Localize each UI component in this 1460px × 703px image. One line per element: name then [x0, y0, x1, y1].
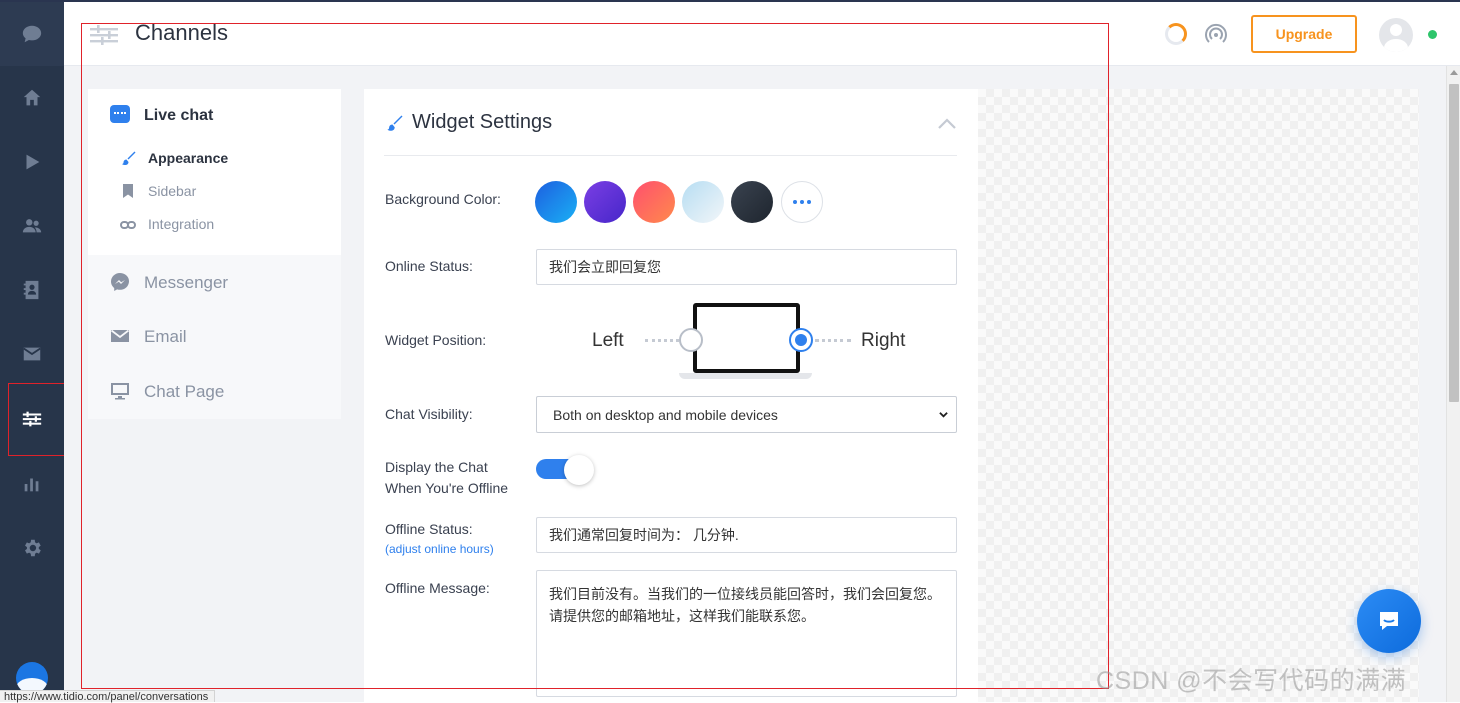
- chat-visibility-value: Both on desktop and mobile devices: [553, 406, 778, 423]
- chat-widget-launcher-button[interactable]: [1357, 589, 1421, 653]
- color-swatch-coral[interactable]: [633, 181, 675, 223]
- color-swatch-light-blue[interactable]: [682, 181, 724, 223]
- conversations-icon[interactable]: [20, 22, 44, 46]
- bookmark-icon: [120, 181, 136, 201]
- contacts-icon[interactable]: [20, 278, 44, 302]
- panel-divider: [384, 155, 957, 156]
- menu-item-appearance[interactable]: Appearance: [148, 150, 228, 166]
- widget-position-label: Widget Position:: [385, 332, 487, 348]
- channels-header-icon: [90, 24, 118, 46]
- visitors-icon[interactable]: [20, 214, 44, 238]
- chevron-down-icon: [939, 412, 948, 418]
- envelope-icon: [110, 326, 130, 346]
- page-scrollbar[interactable]: [1446, 66, 1460, 702]
- menu-item-sidebar[interactable]: Sidebar: [148, 183, 196, 199]
- chat-visibility-select[interactable]: Both on desktop and mobile devices: [536, 396, 957, 433]
- live-chat-icon: [110, 105, 130, 123]
- adjust-online-hours-link[interactable]: (adjust online hours): [385, 542, 494, 556]
- status-bar-url: https://www.tidio.com/panel/conversation…: [0, 690, 216, 703]
- brush-icon: [120, 148, 136, 168]
- page-header: Channels Upgrade: [64, 2, 1460, 66]
- menu-item-messenger[interactable]: Messenger: [144, 273, 228, 293]
- scroll-up-arrow-icon[interactable]: [1450, 70, 1458, 75]
- position-left-radio[interactable]: [679, 328, 703, 352]
- avatar[interactable]: [1379, 18, 1413, 52]
- chat-visibility-label: Chat Visibility:: [385, 406, 473, 422]
- link-icon: [120, 215, 136, 235]
- home-icon[interactable]: [20, 86, 44, 110]
- inbox-icon[interactable]: [20, 342, 44, 366]
- messenger-icon: [110, 272, 130, 292]
- offline-message-textarea[interactable]: 我们目前没有。当我们的一位接线员能回答时，我们会回复您。请提供您的邮箱地址，这样…: [536, 570, 957, 697]
- menu-item-integration[interactable]: Integration: [148, 216, 214, 232]
- offline-status-input[interactable]: 我们通常回复时间为： 几分钟.: [536, 517, 957, 553]
- channels-menu: Live chat Appearance Sidebar Integration…: [88, 89, 341, 419]
- offline-message-label: Offline Message:: [385, 580, 490, 596]
- main-nav-rail: [0, 2, 64, 702]
- menu-item-chat-page[interactable]: Chat Page: [144, 382, 224, 402]
- online-status-dot: [1428, 30, 1437, 39]
- color-swatch-dark[interactable]: [731, 181, 773, 223]
- menu-item-live-chat[interactable]: Live chat: [144, 107, 213, 125]
- live-chat-section: Live chat Appearance Sidebar Integration: [88, 89, 341, 255]
- page-title: Channels: [135, 20, 228, 45]
- laptop-base: [679, 373, 812, 379]
- position-right-radio[interactable]: [789, 328, 813, 352]
- position-right-dots: [815, 339, 851, 342]
- color-swatch-blue[interactable]: [535, 181, 577, 223]
- display-offline-label-line2: When You're Offline: [385, 480, 509, 496]
- loading-spinner-icon: [1165, 23, 1187, 45]
- broadcast-icon[interactable]: [1204, 22, 1228, 46]
- monitor-icon: [110, 381, 130, 401]
- other-channels-section: Messenger Email Chat Page: [88, 255, 341, 419]
- color-swatch-purple[interactable]: [584, 181, 626, 223]
- laptop-illustration: [693, 303, 800, 373]
- position-right-label: Right: [861, 330, 906, 351]
- scroll-thumb[interactable]: [1449, 84, 1459, 402]
- position-left-label: Left: [592, 330, 624, 351]
- rail-top: [0, 2, 64, 66]
- widget-preview-area: [978, 89, 1419, 702]
- widget-settings-panel: Widget Settings Background Color: Online…: [364, 89, 978, 702]
- display-offline-label-line1: Display the Chat: [385, 459, 488, 475]
- more-colors-button[interactable]: [781, 181, 823, 223]
- menu-item-email[interactable]: Email: [144, 327, 187, 347]
- panel-title: Widget Settings: [412, 111, 553, 133]
- analytics-icon[interactable]: [20, 472, 44, 496]
- display-offline-toggle[interactable]: [536, 455, 594, 485]
- online-status-label: Online Status:: [385, 258, 473, 274]
- toggle-knob: [564, 455, 594, 485]
- pencil-icon: [385, 114, 403, 132]
- watermark-text: CSDN @不会写代码的满满: [1096, 667, 1407, 695]
- background-color-label: Background Color:: [385, 191, 501, 207]
- chat-bubble-icon: [1380, 612, 1398, 630]
- online-status-input[interactable]: 我们会立即回复您: [536, 249, 957, 285]
- play-icon[interactable]: [20, 150, 44, 174]
- upgrade-button[interactable]: Upgrade: [1251, 15, 1357, 53]
- chevron-up-icon[interactable]: [937, 117, 957, 129]
- settings-icon[interactable]: [20, 536, 44, 560]
- offline-status-label: Offline Status:: [385, 521, 473, 537]
